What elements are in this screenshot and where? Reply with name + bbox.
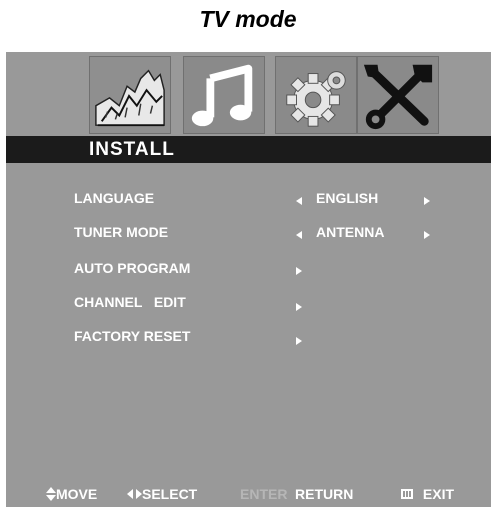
tab-audio[interactable] [183,56,265,134]
right-arrow-icon[interactable] [296,337,302,345]
menu-tab-bar [89,56,439,134]
section-header: INSTALL [6,136,491,163]
menu-item-label: FACTORY RESET [74,328,191,344]
exit-label: EXIT [422,486,455,502]
right-arrow-icon[interactable] [424,231,430,239]
menu-item-label: TUNER MODE [74,224,169,240]
menu-key-icon [401,489,413,499]
menu-item-label: CHANNEL EDIT [74,294,186,310]
menu-item-factory-reset[interactable]: FACTORY RESET [6,326,491,350]
up-down-arrows-icon [46,487,56,501]
move-hint: MOVE [46,486,97,502]
page-title: TV mode [199,6,297,32]
gear-icon [276,57,356,133]
right-arrow-icon[interactable] [424,197,430,205]
select-hint: SELECT [127,486,197,502]
music-note-icon [184,57,264,133]
picture-icon [90,57,170,133]
tab-install[interactable] [357,56,439,134]
menu-item-label: AUTO PROGRAM [74,260,191,276]
right-arrow-icon[interactable] [296,303,302,311]
left-arrow-icon[interactable] [296,197,302,205]
menu-item-label: LANGUAGE [74,190,155,206]
menu-item-auto-program[interactable]: AUTO PROGRAM [6,258,491,282]
menu-item-value: ENGLISH [316,190,379,206]
menu-item-language[interactable]: LANGUAGE ENGLISH [6,188,491,212]
tab-picture[interactable] [89,56,171,134]
return-label: RETURN [295,486,354,502]
exit-hint: EXIT [401,486,454,502]
left-right-arrows-icon [127,489,142,499]
tools-icon [358,57,438,133]
enter-label: ENTER [240,486,288,502]
menu-item-value: ANTENNA [316,224,385,240]
left-arrow-icon[interactable] [296,231,302,239]
move-label: MOVE [56,486,98,502]
tab-setup[interactable] [275,56,357,134]
select-label: SELECT [142,486,198,502]
osd-menu: INSTALL LANGUAGE ENGLISH TUNER MODE ANTE… [6,52,491,507]
footer-hints: MOVE SELECT ENTER RETURN EXIT [6,486,491,506]
menu-item-tuner-mode[interactable]: TUNER MODE ANTENNA [6,222,491,246]
right-arrow-icon[interactable] [296,267,302,275]
menu-item-channel-edit[interactable]: CHANNEL EDIT [6,292,491,316]
section-title: INSTALL [89,139,175,160]
